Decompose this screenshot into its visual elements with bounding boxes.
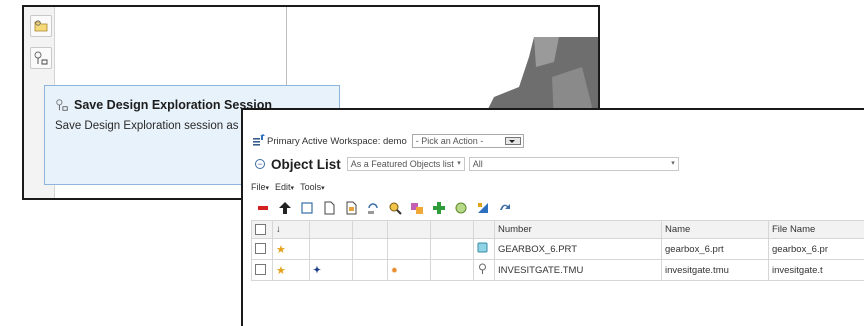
row-file-name: invesitgate.t	[768, 259, 864, 281]
table-row[interactable]: ★ GEARBOX_6.PRT gearbox_6.prt gearbox_6.…	[251, 238, 864, 260]
row-select-cell[interactable]	[251, 238, 273, 260]
object-list-title: Object List	[271, 156, 341, 172]
status-column	[387, 220, 431, 239]
chevron-down-icon[interactable]: ▾	[671, 159, 675, 167]
chevron-down-icon: ▾	[321, 185, 325, 192]
row-number[interactable]: INVESITGATE.TMU	[494, 259, 662, 281]
workspace-icon	[253, 134, 265, 146]
set-state-icon[interactable]	[475, 200, 491, 216]
row-cell	[309, 238, 353, 260]
workspace-window: Primary Active Workspace: demo - Pick an…	[241, 108, 864, 326]
type-column	[473, 220, 495, 239]
status-column	[352, 220, 388, 239]
chevron-down-icon[interactable]	[504, 137, 521, 145]
remove-icon[interactable]	[255, 200, 271, 216]
star-icon: ★	[276, 243, 286, 256]
new-status-icon: ✦	[313, 264, 321, 276]
row-cell	[430, 259, 474, 281]
star-icon: ★	[276, 264, 286, 277]
save-session-icon	[56, 99, 68, 111]
filter-select-value: All	[472, 159, 483, 169]
action-select-value: - Pick an Action -	[415, 136, 484, 146]
menu-file-label: File	[251, 182, 266, 192]
row-file-name: gearbox_6.pr	[768, 238, 864, 260]
table-row[interactable]: ★ ✦ ✹ INVESITGATE.TMU invesitgate.tmu in…	[251, 259, 864, 281]
row-cell	[473, 259, 495, 281]
collapse-icon[interactable]: −	[255, 159, 265, 169]
chevron-down-icon: ▾	[290, 185, 295, 192]
update-icon[interactable]	[365, 200, 381, 216]
workspace-label: Primary Active Workspace: demo	[267, 135, 407, 147]
tooltip-title: Save Design Exploration Session	[55, 98, 272, 112]
row-cell: ★	[272, 238, 310, 260]
compare-icon[interactable]	[409, 200, 425, 216]
row-cell	[352, 238, 388, 260]
part-icon	[477, 242, 488, 253]
menu-tools-label: Tools	[300, 182, 322, 192]
menu-edit-label: Edit	[275, 182, 291, 192]
workspace-bar: Primary Active Workspace: demo - Pick an…	[253, 132, 524, 150]
add-to-workspace-icon[interactable]	[299, 200, 315, 216]
row-checkbox[interactable]	[255, 243, 266, 255]
filter-select[interactable]: All ▾	[468, 157, 679, 171]
row-cell	[352, 259, 388, 281]
new-cad-document-icon[interactable]	[343, 200, 359, 216]
table-header-row: ↓ Number Name File Name	[251, 220, 864, 239]
sort-column[interactable]: ↓	[272, 220, 310, 239]
row-cell	[387, 238, 431, 260]
check-in-icon[interactable]	[277, 200, 293, 216]
object-table: ↓ Number Name File Name ★ GEARBOX_6.PRT …	[251, 220, 864, 281]
view-select[interactable]: As a Featured Objects list ▾	[346, 157, 465, 171]
row-name: invesitgate.tmu	[661, 259, 769, 281]
menu-file[interactable]: File▾	[251, 182, 269, 192]
row-cell: ✦	[309, 259, 353, 281]
object-list-header: − Object List As a Featured Objects list…	[255, 154, 679, 174]
tmu-file-icon	[479, 263, 486, 274]
row-name: gearbox_6.prt	[661, 238, 769, 260]
sort-arrow-icon[interactable]: ↓	[276, 224, 281, 235]
column-name[interactable]: Name	[661, 220, 769, 239]
chevron-down-icon: ▾	[265, 185, 270, 192]
select-all-checkbox[interactable]	[255, 223, 266, 235]
new-document-icon[interactable]	[321, 200, 337, 216]
action-toolbar	[255, 198, 513, 218]
refresh-icon[interactable]	[497, 200, 513, 216]
select-all-cell[interactable]	[251, 220, 273, 239]
row-cell	[473, 238, 495, 260]
find-icon[interactable]	[387, 200, 403, 216]
menu-tools[interactable]: Tools▾	[300, 182, 325, 192]
view-select-value: As a Featured Objects list	[350, 159, 454, 169]
open-session-icon[interactable]	[30, 15, 52, 37]
row-cell: ✹	[387, 259, 431, 281]
row-select-cell[interactable]	[251, 259, 273, 281]
status-column	[309, 220, 353, 239]
action-select[interactable]: - Pick an Action -	[411, 134, 524, 148]
collect-icon[interactable]	[453, 200, 469, 216]
save-session-icon[interactable]	[30, 47, 52, 69]
row-number[interactable]: GEARBOX_6.PRT	[494, 238, 662, 260]
row-cell: ★	[272, 259, 310, 281]
menu-bar: File▾ Edit▾ Tools▾	[251, 182, 325, 192]
column-file-name[interactable]: File Name	[768, 220, 864, 239]
column-number[interactable]: Number	[494, 220, 662, 239]
modified-status-icon: ✹	[391, 265, 398, 275]
chevron-down-icon[interactable]: ▾	[457, 159, 461, 167]
row-cell	[430, 238, 474, 260]
menu-edit[interactable]: Edit▾	[275, 182, 294, 192]
row-checkbox[interactable]	[255, 264, 266, 276]
status-column	[430, 220, 474, 239]
add-icon[interactable]	[431, 200, 447, 216]
